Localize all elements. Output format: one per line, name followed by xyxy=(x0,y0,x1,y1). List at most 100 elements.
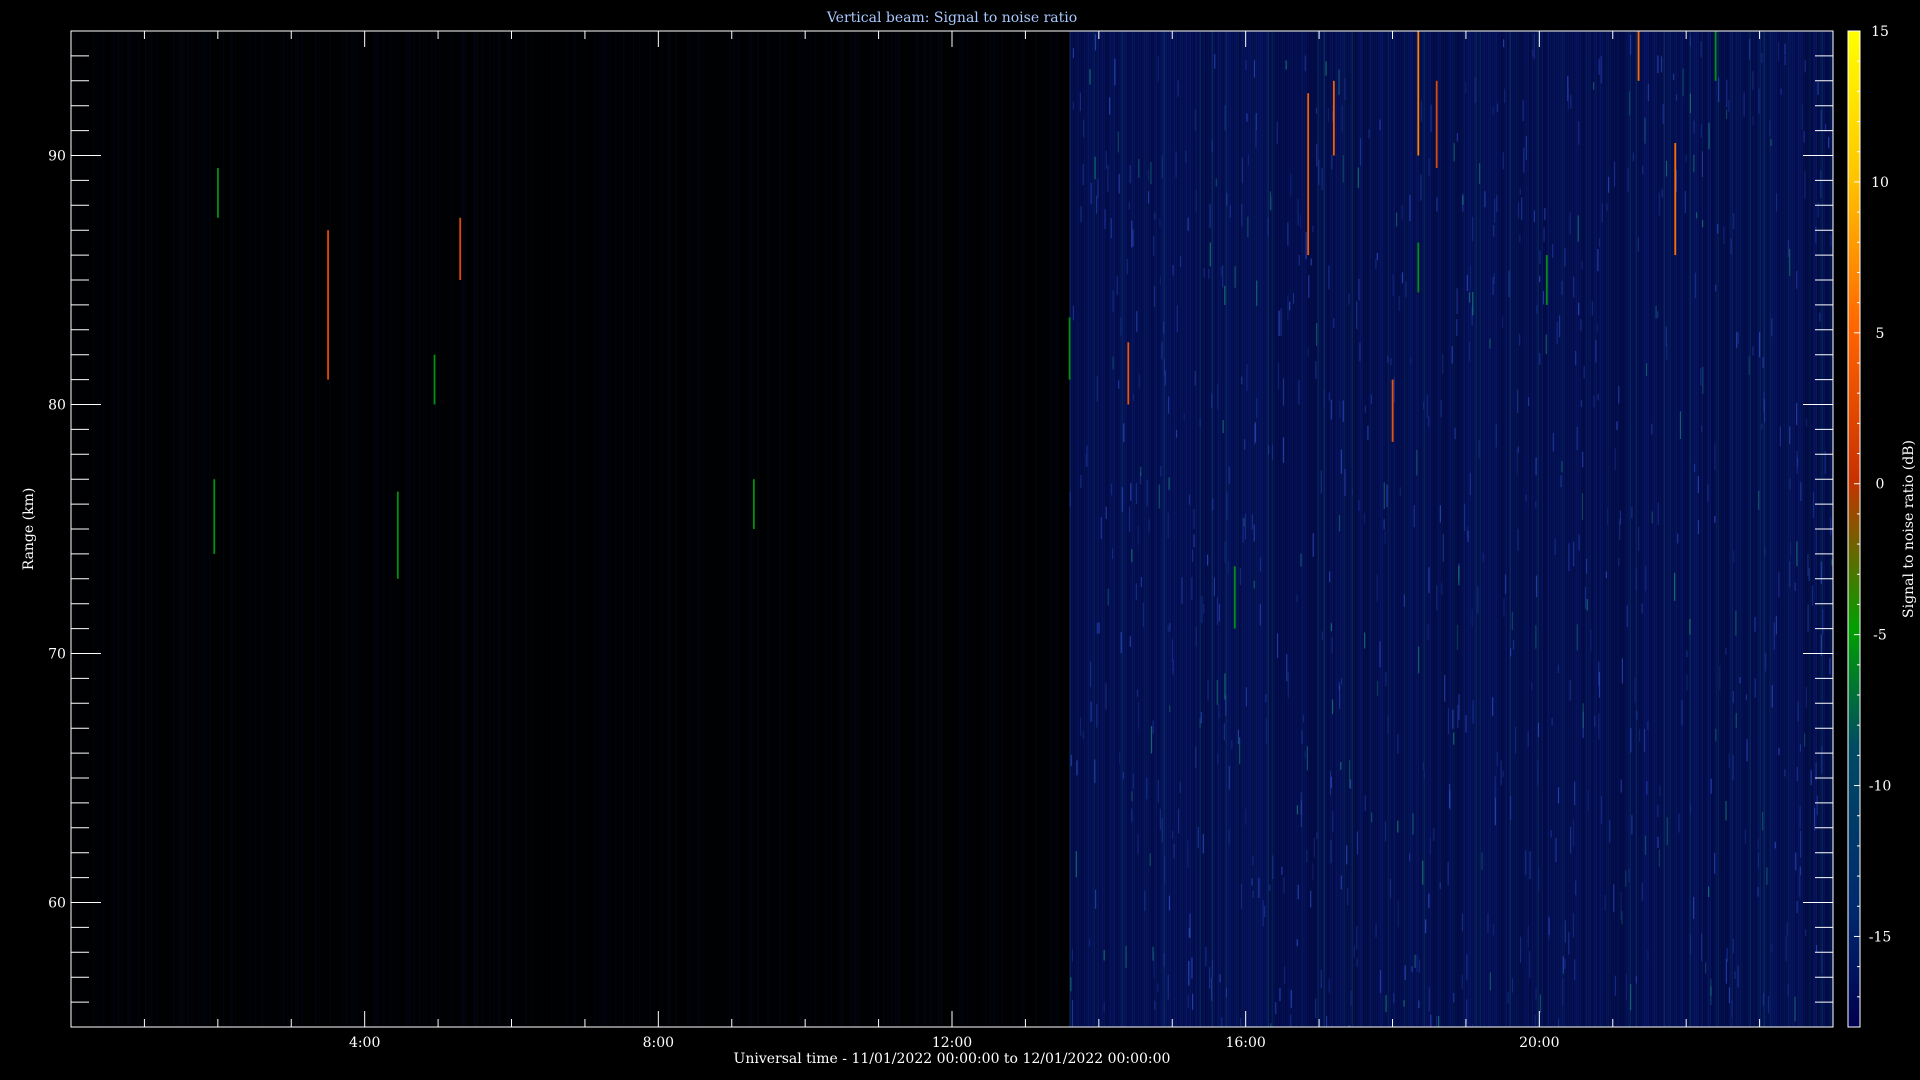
noise-column xyxy=(559,31,560,1027)
noise-speckle xyxy=(1348,293,1350,305)
noise-speckle xyxy=(1735,610,1737,636)
noise-column xyxy=(803,31,805,1027)
noise-column xyxy=(991,31,993,1027)
noise-speckle xyxy=(1367,425,1369,440)
noise-column xyxy=(785,31,787,1027)
noise-speckle xyxy=(1359,138,1362,166)
noise-speckle xyxy=(1643,728,1646,753)
noise-speckle xyxy=(1794,996,1796,1022)
noise-speckle xyxy=(1239,567,1241,586)
noise-column xyxy=(807,31,809,1027)
snr-feature xyxy=(1417,31,1420,156)
noise-column xyxy=(1123,31,1125,1027)
noise-speckle xyxy=(1116,276,1118,295)
noise-speckle xyxy=(1383,519,1385,530)
noise-speckle xyxy=(1327,107,1329,123)
noise-speckle xyxy=(1079,92,1081,112)
noise-speckle xyxy=(1784,769,1786,777)
noise-speckle xyxy=(1508,270,1510,298)
noise-column xyxy=(699,31,701,1027)
colorbar-tick-label: 0 xyxy=(1876,477,1885,493)
noise-speckle xyxy=(1468,292,1471,303)
noise-column xyxy=(875,31,877,1027)
noise-column xyxy=(1175,31,1177,1027)
noise-speckle xyxy=(1427,623,1429,641)
noise-speckle xyxy=(1429,837,1431,855)
noise-column xyxy=(1501,31,1503,1027)
colorbar-tick-label: -10 xyxy=(1869,779,1892,795)
noise-column xyxy=(1069,31,1071,1027)
noise-speckle xyxy=(1810,770,1812,786)
noise-column xyxy=(983,31,984,1027)
noise-speckle xyxy=(1728,99,1730,113)
noise-speckle xyxy=(1700,933,1703,962)
noise-speckle xyxy=(1105,683,1107,710)
noise-speckle xyxy=(1548,917,1550,935)
noise-speckle xyxy=(1315,998,1317,1019)
noise-speckle xyxy=(1358,500,1360,512)
snr-feature xyxy=(1637,31,1640,81)
noise-speckle xyxy=(1216,597,1219,625)
noise-speckle xyxy=(1732,691,1734,704)
noise-speckle xyxy=(1142,602,1144,627)
noise-column xyxy=(1211,31,1213,1027)
noise-column xyxy=(1657,31,1659,1027)
noise-column xyxy=(233,31,234,1027)
noise-column xyxy=(1239,31,1241,1027)
noise-speckle xyxy=(1735,712,1737,728)
noise-speckle xyxy=(1733,550,1735,564)
noise-column xyxy=(1749,31,1751,1027)
noise-speckle xyxy=(1356,958,1358,968)
noise-speckle xyxy=(1595,339,1597,363)
noise-speckle xyxy=(1493,224,1495,237)
noise-speckle xyxy=(1527,731,1529,747)
noise-column xyxy=(221,31,222,1027)
noise-speckle xyxy=(1331,699,1334,715)
x-axis-label: Universal time - 11/01/2022 00:00:00 to … xyxy=(734,1051,1171,1067)
noise-column xyxy=(843,31,845,1027)
noise-column xyxy=(371,31,372,1027)
noise-speckle xyxy=(1191,577,1193,600)
noise-column xyxy=(655,31,656,1027)
noise-speckle xyxy=(1555,837,1557,863)
noise-speckle xyxy=(1812,491,1815,519)
noise-speckle xyxy=(1803,131,1805,143)
noise-column xyxy=(403,31,404,1027)
noise-speckle xyxy=(1338,69,1340,95)
noise-column xyxy=(1519,31,1521,1027)
noise-speckle xyxy=(1152,720,1154,734)
noise-speckle xyxy=(1316,832,1318,839)
noise-speckle xyxy=(1222,265,1224,288)
noise-column xyxy=(417,31,418,1027)
noise-speckle xyxy=(1533,33,1535,60)
noise-speckle xyxy=(1463,503,1466,532)
noise-speckle xyxy=(1130,483,1132,501)
noise-column xyxy=(899,31,901,1027)
noise-speckle xyxy=(1121,487,1123,512)
noise-column xyxy=(1053,31,1055,1027)
noise-column xyxy=(1813,31,1815,1027)
noise-speckle xyxy=(1820,170,1822,199)
noise-column xyxy=(881,31,882,1027)
noise-speckle xyxy=(1118,752,1121,765)
noise-column xyxy=(439,31,441,1027)
noise-column xyxy=(1797,31,1799,1027)
noise-speckle xyxy=(1685,154,1687,163)
noise-column xyxy=(545,31,546,1027)
noise-speckle xyxy=(1539,353,1541,365)
noise-speckle xyxy=(1348,1024,1350,1027)
noise-column xyxy=(595,31,597,1027)
noise-speckle xyxy=(1191,957,1193,979)
noise-column xyxy=(833,31,834,1027)
noise-speckle xyxy=(1787,240,1790,258)
noise-speckle xyxy=(1086,445,1088,467)
noise-column xyxy=(1727,31,1729,1027)
noise-speckle xyxy=(1572,819,1575,847)
noise-column xyxy=(1551,31,1553,1027)
noise-speckle xyxy=(1364,795,1366,812)
noise-speckle xyxy=(1564,958,1566,969)
noise-speckle xyxy=(1731,999,1733,1018)
noise-speckle xyxy=(1328,392,1330,401)
noise-speckle xyxy=(1137,702,1140,729)
noise-column xyxy=(1429,31,1431,1027)
